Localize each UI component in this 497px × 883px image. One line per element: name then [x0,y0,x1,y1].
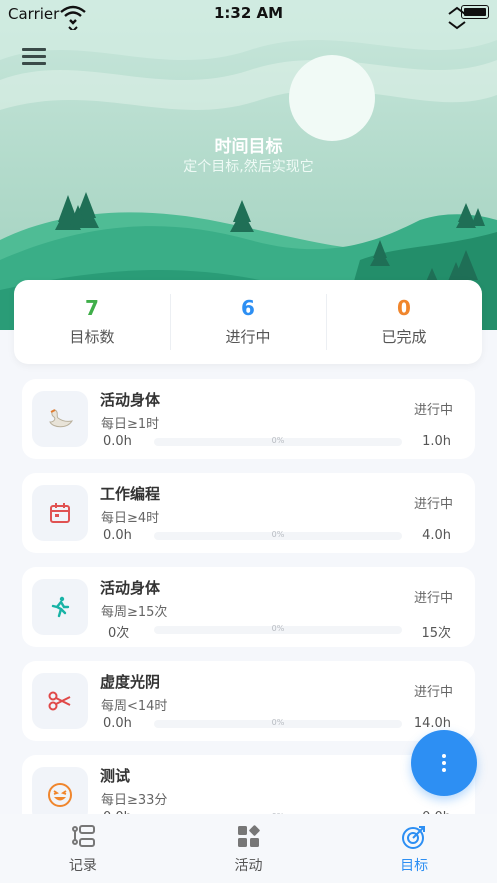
goal-status: 进行中 [413,403,453,418]
scissors-icon [32,673,88,729]
stat-value: 0 [397,296,411,320]
page-subtitle: 定个目标,然后实现它 [183,159,314,175]
goal-title: 虚度光阴 [100,673,161,691]
running-icon [32,579,88,635]
goal-target: 15次 [421,626,451,641]
goal-rule: 每日≥33分 [101,793,168,808]
stat-in-progress[interactable]: 6 进行中 [170,280,326,364]
goal-rule: 每日≥1时 [101,417,160,432]
goal-title: 测试 [100,767,131,785]
stat-label: 目标数 [69,328,115,346]
status-time: 1:32 AM [213,4,284,22]
tab-record[interactable]: 记录 [0,814,166,883]
stats-panel: 7 目标数 6 进行中 0 已完成 [14,280,482,364]
goal-current: 0.0h [103,716,132,731]
stat-total[interactable]: 7 目标数 [14,280,170,364]
more-vertical-icon [442,754,446,758]
goal-card[interactable]: 活动身体 每日≥1时 进行中 0.0h 0% 1.0h [22,379,475,459]
page-title: 时间目标 [214,137,283,157]
tab-activity[interactable]: 活动 [166,814,332,883]
more-actions-button[interactable] [411,730,477,796]
goal-title: 活动身体 [100,391,161,409]
goal-card[interactable]: 活动身体 每周≥15次 进行中 0次 0% 15次 [22,567,475,647]
stat-value: 6 [241,296,255,320]
goal-rule: 每周<14时 [101,699,168,714]
calendar-icon [32,485,88,541]
swan-icon [32,391,88,447]
goal-rule: 每周≥15次 [101,605,168,620]
goal-status: 进行中 [413,591,453,606]
goal-rule: 每日≥4时 [101,511,160,526]
tab-label: 目标 [400,858,429,874]
goal-card[interactable]: 工作编程 每日≥4时 进行中 0.0h 0% 4.0h [22,473,475,553]
bottom-tab-bar: 记录 活动 目标 [0,814,497,883]
progress-label: 0% [271,436,285,445]
goal-target: 4.0h [422,528,451,543]
tab-label: 记录 [68,858,97,874]
goal-status: 进行中 [413,497,453,512]
goal-target: 14.0h [413,716,451,731]
tab-label: 活动 [234,858,263,874]
activity-icon [166,824,332,852]
goal-current: 0.0h [103,434,132,449]
target-icon [331,824,497,852]
stat-label: 进行中 [225,328,271,346]
progress-label: 0% [271,624,285,633]
goal-title: 活动身体 [100,579,161,597]
goal-status: 进行中 [413,685,453,700]
battery-icon [461,5,489,19]
goal-current: 0次 [108,626,130,641]
menu-icon[interactable] [22,48,46,66]
progress-label: 0% [271,718,285,727]
goal-current: 0.0h [103,528,132,543]
tab-goal[interactable]: 目标 [331,814,497,883]
record-icon [0,824,166,852]
goal-title: 工作编程 [100,485,161,503]
goal-card[interactable]: 虚度光阴 每周<14时 进行中 0.0h 0% 14.0h [22,661,475,741]
stat-completed[interactable]: 0 已完成 [326,280,482,364]
goal-target: 1.0h [422,434,451,449]
stat-value: 7 [85,296,99,320]
stat-label: 已完成 [381,328,427,346]
progress-label: 0% [271,530,285,539]
status-bar: Carrier 1:32 AM [0,0,497,30]
